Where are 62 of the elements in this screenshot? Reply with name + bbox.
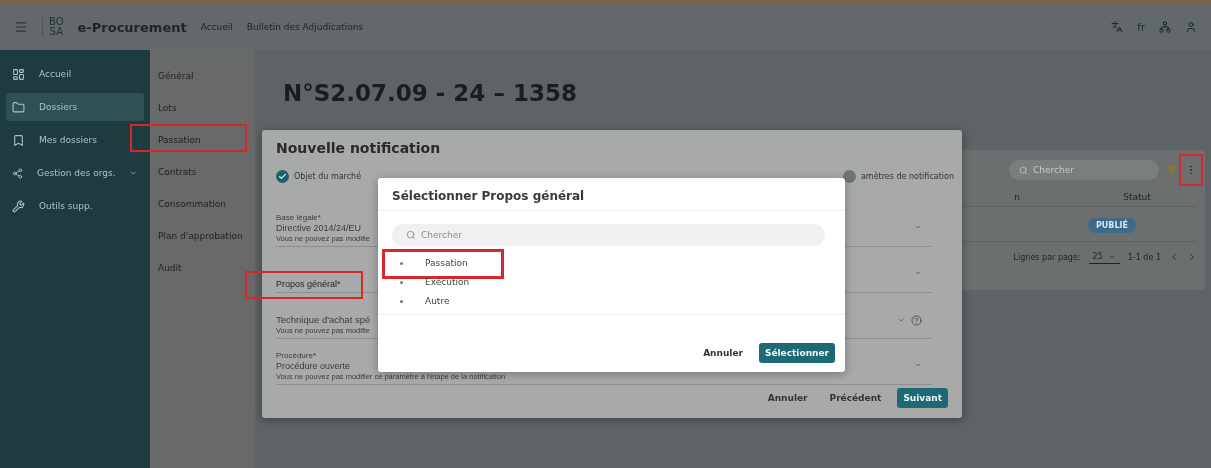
column-header: Statut <box>1122 192 1152 202</box>
field-value: Technique d'achat spé <box>276 314 371 325</box>
bookmark-icon <box>12 133 25 147</box>
rows-per-page-label: Lignes par page: <box>1013 252 1081 262</box>
sidebar-item[interactable]: Dossiers <box>6 93 144 121</box>
bullet-icon <box>400 280 403 284</box>
section-link[interactable]: Contrats <box>158 158 247 185</box>
folder-icon <box>12 100 25 114</box>
rows-per-page-select[interactable]: 25 <box>1088 250 1120 264</box>
section-link[interactable]: Audit <box>158 254 247 281</box>
search-icon <box>1019 165 1028 175</box>
bullet-icon <box>400 261 403 265</box>
nav-link[interactable]: Accueil <box>200 22 233 32</box>
status-badge: PUBLIÉ <box>1088 218 1136 233</box>
field-value: Procédure ouverte <box>276 361 351 371</box>
field-label: Propos général* <box>276 279 341 289</box>
help-icon[interactable] <box>911 314 922 326</box>
section-link[interactable]: Général <box>158 62 247 89</box>
translate-icon[interactable] <box>1111 21 1124 33</box>
tools-icon <box>12 199 25 213</box>
dashboard-icon <box>12 67 25 81</box>
next-button[interactable]: Suivant <box>897 388 948 408</box>
list-option[interactable]: Autre <box>400 296 450 306</box>
chevron-down-icon <box>129 168 138 178</box>
step-label: Objet du marché <box>294 172 362 181</box>
select-button[interactable]: Sélectionner <box>758 343 835 363</box>
menu-icon[interactable] <box>14 20 28 34</box>
logo: BO SA <box>42 17 64 37</box>
nodes-icon <box>12 166 24 180</box>
next-icon[interactable] <box>1187 252 1197 262</box>
user-icon[interactable] <box>1185 21 1197 33</box>
language-code[interactable]: fr <box>1137 21 1145 33</box>
section-link[interactable]: Lots <box>158 94 247 121</box>
sitemap-icon[interactable] <box>1159 21 1171 33</box>
sidebar-item[interactable]: Outils supp. <box>6 192 144 220</box>
text-button[interactable]: Annuler <box>761 388 814 408</box>
list-option[interactable]: Passation <box>400 258 468 268</box>
list-option[interactable]: Exécution <box>400 277 470 287</box>
field-value: Directive 2014/24/EU <box>276 223 362 233</box>
app-name: e-Procurement <box>77 19 187 35</box>
sidebar-item[interactable]: Accueil <box>6 60 144 88</box>
sidebar-item[interactable]: Mes dossiers <box>6 126 144 154</box>
search-icon <box>406 230 416 240</box>
bullet-icon <box>400 299 403 303</box>
dialog-title: Sélectionner Propos général <box>378 178 845 211</box>
page-range: 1-1 de 1 <box>1127 252 1161 262</box>
section-link[interactable]: Passation <box>158 126 247 153</box>
step-label: amètres de notification <box>860 172 954 181</box>
search-field[interactable]: Chercher <box>1009 160 1159 180</box>
search-field[interactable]: Chercher <box>392 224 825 246</box>
text-button[interactable]: Précédent <box>823 388 888 408</box>
cancel-button[interactable]: Annuler <box>697 343 749 363</box>
section-link[interactable]: Consommation <box>158 190 247 217</box>
column-header: n <box>1013 192 1021 202</box>
previous-icon[interactable] <box>1169 252 1179 262</box>
dialog-title: Nouvelle notification <box>276 140 442 156</box>
field-label: Procédure* <box>276 351 317 360</box>
nav-link[interactable]: Bulletin des Adjudications <box>246 22 364 32</box>
field-label: Base légale* <box>276 213 321 222</box>
section-link[interactable]: Plan d'approbation <box>158 222 247 249</box>
sidebar-item[interactable]: Gestion des orgs. <box>6 159 144 187</box>
page-title: N°S2.07.09 - 24 – 1358 <box>283 80 578 106</box>
